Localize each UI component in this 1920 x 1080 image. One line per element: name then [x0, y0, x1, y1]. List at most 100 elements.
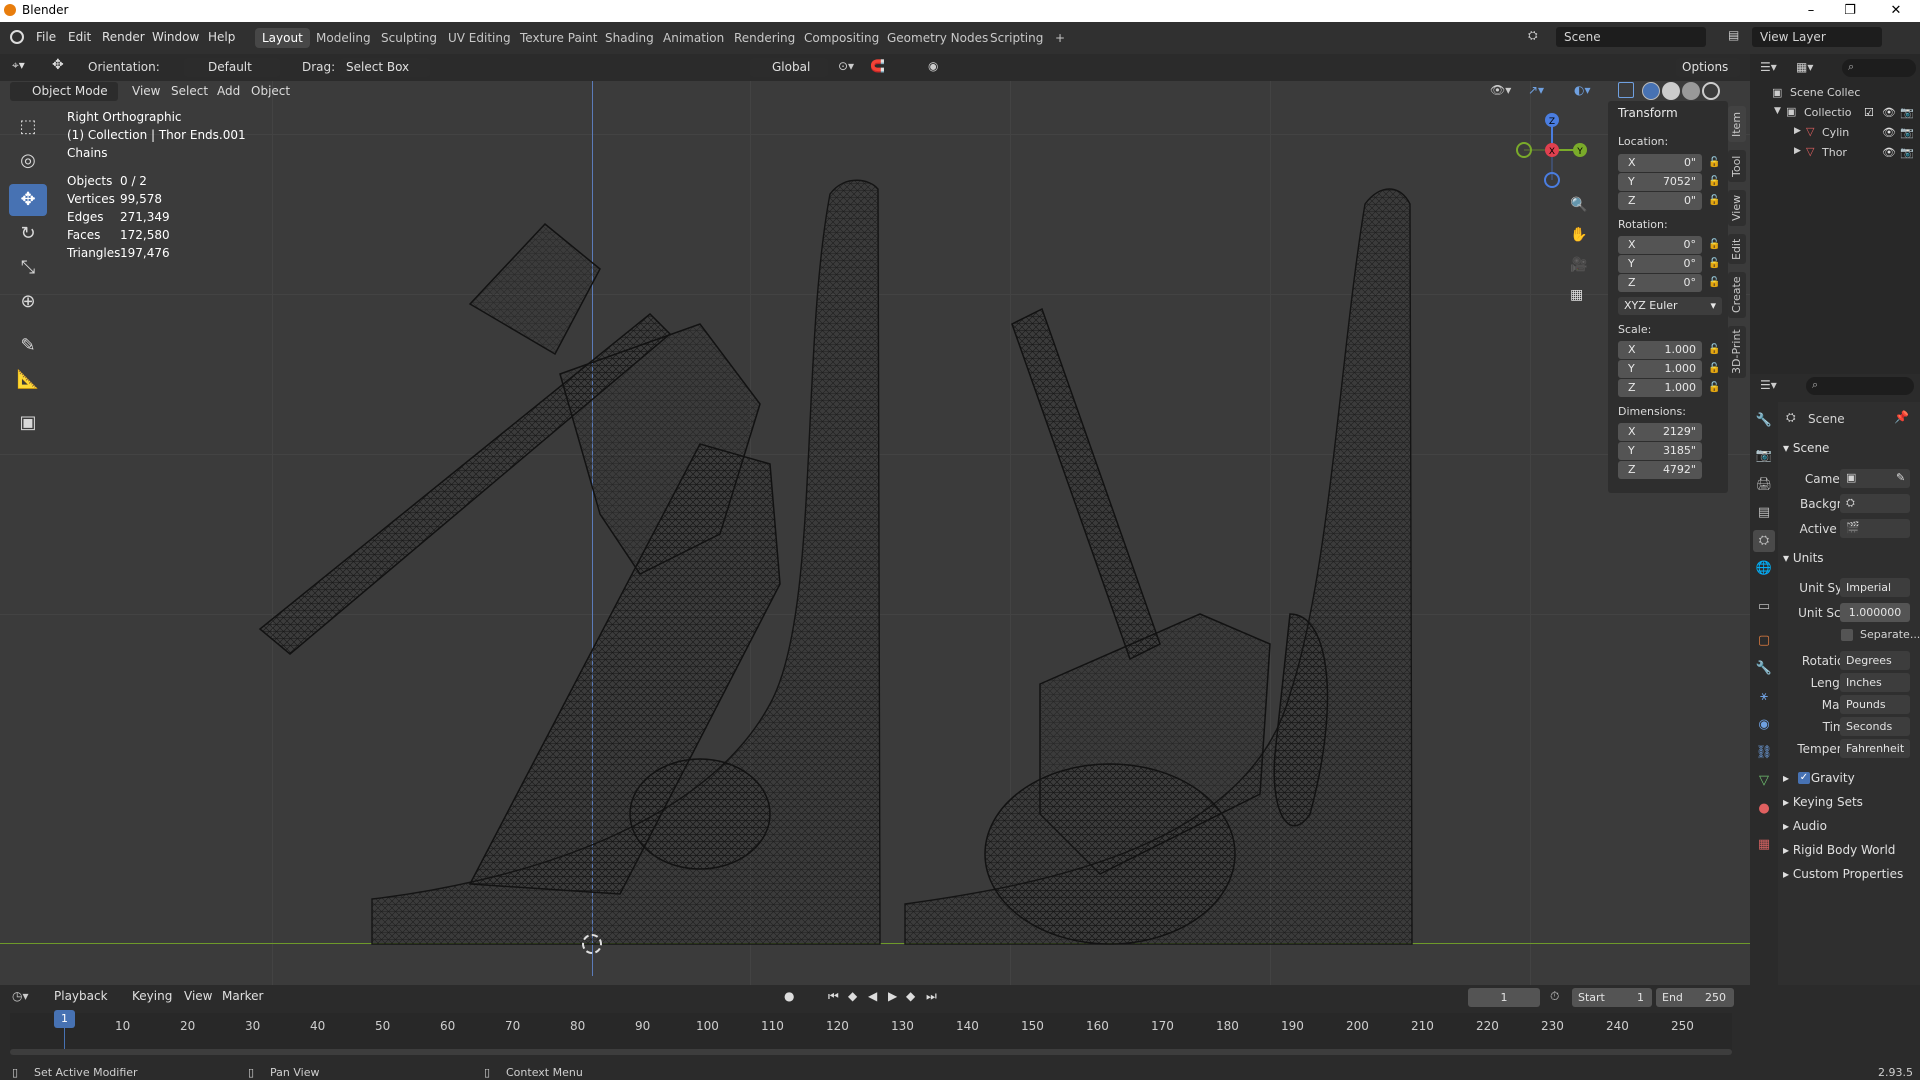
tab-rendering[interactable]: Rendering: [727, 28, 802, 48]
tab-animation[interactable]: Animation: [656, 28, 731, 48]
menu-file[interactable]: File: [36, 30, 56, 44]
tab-edit[interactable]: Edit: [1728, 234, 1746, 264]
rotation-unit-dropdown[interactable]: Degrees: [1840, 651, 1910, 670]
rotation-mode-dropdown[interactable]: XYZ Euler ▾: [1618, 297, 1722, 315]
outliner-editor-icon[interactable]: ☰▾: [1760, 60, 1777, 74]
tab-uv-editing[interactable]: UV Editing: [441, 28, 518, 48]
tab-3d-print[interactable]: 3D-Print: [1728, 326, 1746, 378]
units-section-header[interactable]: ▾ Units: [1783, 551, 1824, 565]
view-layer-selector[interactable]: View Layer: [1752, 27, 1882, 47]
constraints-tab-icon[interactable]: ⛓: [1753, 742, 1775, 764]
next-keyframe-icon[interactable]: ◆: [906, 989, 915, 1003]
transform-tool[interactable]: ⊕: [9, 286, 47, 318]
camera-icon[interactable]: 📷: [1900, 106, 1914, 119]
3d-cursor-icon[interactable]: [582, 934, 602, 954]
prev-keyframe-icon[interactable]: ◆: [848, 989, 857, 1003]
properties-search-input[interactable]: [1806, 377, 1914, 395]
start-frame-field[interactable]: Start 1: [1572, 988, 1652, 1007]
outliner-root[interactable]: Scene Collec: [1790, 86, 1860, 99]
pivot-icon[interactable]: ⊙▾: [838, 59, 854, 73]
select-menu[interactable]: Select: [171, 84, 208, 98]
timeline-editor-icon[interactable]: ◷▾: [12, 989, 29, 1003]
select-box-tool[interactable]: ⬚: [9, 111, 47, 143]
play-reverse-icon[interactable]: ◀: [868, 989, 877, 1003]
keying-sets-section-header[interactable]: ▸ Keying Sets: [1783, 795, 1863, 809]
eyedropper-icon[interactable]: ✎: [1896, 471, 1905, 484]
lock-icon[interactable]: 🔓: [1708, 239, 1720, 250]
jump-end-icon[interactable]: ⏭: [926, 989, 937, 1004]
proportional-edit-icon[interactable]: ◉: [928, 59, 938, 73]
physics-tab-icon[interactable]: ◉: [1753, 714, 1775, 736]
location-z-field[interactable]: Z 0": [1618, 192, 1702, 210]
gravity-section-header[interactable]: ▸ Gravity: [1783, 771, 1855, 785]
tab-tool[interactable]: Tool: [1728, 150, 1746, 182]
visibility-icon[interactable]: 👁▾: [1490, 83, 1511, 97]
timeline-track[interactable]: [10, 1013, 1732, 1053]
cursor-tool[interactable]: ◎: [9, 145, 47, 177]
overlays-icon[interactable]: ◐▾: [1574, 83, 1591, 97]
rotation-x-field[interactable]: X 0°: [1618, 236, 1702, 254]
current-frame-field[interactable]: 1: [1468, 988, 1540, 1007]
lock-icon[interactable]: 🔓: [1708, 195, 1720, 206]
eye-icon[interactable]: 👁: [1882, 106, 1896, 119]
lock-icon[interactable]: 🔓: [1708, 344, 1720, 355]
transform-orientation-dropdown[interactable]: Global: [750, 58, 828, 77]
mode-dropdown[interactable]: Object Mode: [10, 82, 118, 101]
tab-layout[interactable]: Layout: [255, 28, 310, 48]
eye-icon[interactable]: 👁: [1882, 146, 1896, 159]
rotation-z-field[interactable]: Z 0°: [1618, 274, 1702, 292]
pin-icon[interactable]: 📌: [1894, 410, 1909, 424]
rotate-tool[interactable]: ↻: [9, 218, 47, 250]
scale-y-field[interactable]: Y 1.000: [1618, 360, 1702, 378]
tab-view[interactable]: View: [1728, 190, 1746, 226]
scale-tool[interactable]: ⤡: [9, 252, 47, 284]
lock-icon[interactable]: 🔓: [1708, 277, 1720, 288]
menu-window[interactable]: Window: [152, 30, 199, 44]
view-menu[interactable]: View: [178, 987, 218, 1006]
material-tab-icon[interactable]: ●: [1753, 798, 1775, 820]
lock-icon[interactable]: 🔓: [1708, 258, 1720, 269]
expand-arrow-icon[interactable]: ▶: [1794, 146, 1801, 156]
world-tab-icon[interactable]: 🌐: [1753, 558, 1775, 580]
tab-sculpting[interactable]: Sculpting: [374, 28, 444, 48]
annotate-tool[interactable]: ✎: [9, 330, 47, 362]
snap-icon[interactable]: 🧲: [870, 59, 885, 73]
collection-tab-icon[interactable]: ▭: [1753, 596, 1775, 618]
tab-shading[interactable]: Shading: [598, 28, 661, 48]
xray-icon[interactable]: [1618, 82, 1634, 98]
lock-icon[interactable]: 🔓: [1708, 382, 1720, 393]
close-button[interactable]: ✕: [1873, 0, 1919, 22]
outliner-item[interactable]: Collectio: [1804, 106, 1851, 119]
texture-tab-icon[interactable]: ▦: [1753, 834, 1775, 856]
scene-section-header[interactable]: ▾ Scene: [1783, 441, 1829, 455]
material-shading-icon[interactable]: [1682, 82, 1700, 100]
scale-z-field[interactable]: Z 1.000: [1618, 379, 1702, 397]
dimension-x-field[interactable]: X 2129": [1618, 423, 1702, 441]
tab-geometry-nodes[interactable]: Geometry Nodes: [880, 28, 995, 48]
end-frame-field[interactable]: End 250: [1656, 988, 1734, 1007]
properties-editor-icon[interactable]: ☰▾: [1760, 378, 1777, 392]
dimension-z-field[interactable]: Z 4792": [1618, 461, 1702, 479]
display-mode-icon[interactable]: ▦▾: [1796, 60, 1813, 74]
location-x-field[interactable]: X 0": [1618, 154, 1702, 172]
wireframe-shading-icon[interactable]: [1642, 82, 1660, 100]
render-tab-icon[interactable]: 📷: [1753, 445, 1775, 467]
rigid-body-world-section-header[interactable]: ▸ Rigid Body World: [1783, 843, 1895, 857]
length-unit-dropdown[interactable]: Inches: [1840, 673, 1910, 692]
pan-hand-icon[interactable]: ✋: [1570, 227, 1587, 243]
tool-settings-tab-icon[interactable]: 🔧: [1753, 410, 1775, 432]
orientation-dropdown[interactable]: Default: [184, 58, 280, 77]
modifiers-tab-icon[interactable]: 🔧: [1753, 658, 1775, 680]
object-tab-icon[interactable]: ▢: [1753, 630, 1775, 652]
tab-texture-paint[interactable]: Texture Paint: [513, 28, 604, 48]
location-y-field[interactable]: Y 7052": [1618, 173, 1702, 191]
camera-view-icon[interactable]: 🎥: [1570, 257, 1587, 273]
solid-shading-icon[interactable]: [1662, 82, 1680, 100]
tab-modeling[interactable]: Modeling: [309, 28, 378, 48]
play-icon[interactable]: ▶: [888, 989, 897, 1003]
dimension-y-field[interactable]: Y 3185": [1618, 442, 1702, 460]
transform-title[interactable]: Transform: [1618, 106, 1678, 120]
audio-section-header[interactable]: ▸ Audio: [1783, 819, 1827, 833]
rotation-y-field[interactable]: Y 0°: [1618, 255, 1702, 273]
expand-arrow-icon[interactable]: ▶: [1794, 126, 1801, 136]
